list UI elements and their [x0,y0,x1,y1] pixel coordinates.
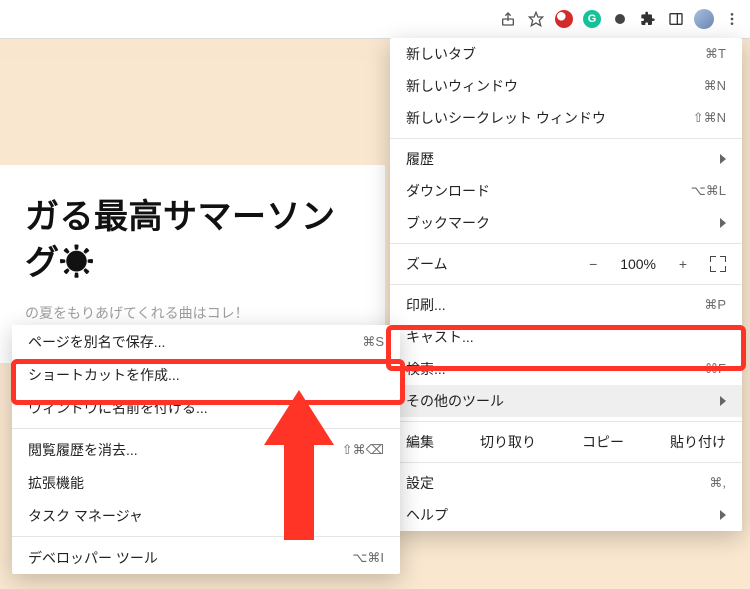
menu-label: 新しいタブ [406,44,705,64]
menu-accel: ⌥⌘I [352,550,384,566]
menu-accel: ⇧⌘⌫ [342,442,384,458]
menu-label: 編集 [406,432,434,452]
menu-new-window[interactable]: 新しいウィンドウ ⌘N [390,70,742,102]
submenu-extensions[interactable]: 拡張機能 [12,466,400,499]
grammarly-icon[interactable]: G [582,9,602,29]
menu-find[interactable]: 検索... ⌘F [390,353,742,385]
edit-paste[interactable]: 貼り付け [670,432,726,452]
menu-label: タスク マネージャ [28,506,384,526]
menu-label: ウィンドウに名前を付ける... [28,398,384,418]
menu-label: ヘルプ [406,505,720,525]
more-tools-submenu: ページを別名で保存... ⌘S ショートカットを作成... ウィンドウに名前を付… [12,325,400,574]
chevron-right-icon [720,510,726,520]
menu-accel: ⌘T [705,46,726,62]
kebab-menu-icon[interactable] [722,9,742,29]
menu-cast[interactable]: キャスト... [390,321,742,353]
menu-label: その他のツール [406,391,720,411]
menu-zoom: ズーム − 100% + [390,248,742,280]
submenu-clear-history[interactable]: 閲覧履歴を消去... ⇧⌘⌫ [12,433,400,466]
menu-accel: ⌘, [709,475,726,491]
menu-label: ショートカットを作成... [28,365,384,385]
submenu-name-window[interactable]: ウィンドウに名前を付ける... [12,391,400,424]
page-title: ガる最高サマーソング☀ [25,195,360,287]
menu-separator [390,421,742,422]
menu-separator [390,243,742,244]
menu-more-tools[interactable]: その他のツール [390,385,742,417]
menu-accel: ⇧⌘N [693,110,726,126]
side-panel-icon[interactable] [666,9,686,29]
menu-new-tab[interactable]: 新しいタブ ⌘T [390,38,742,70]
zoom-in-button[interactable]: + [672,256,694,272]
menu-history[interactable]: 履歴 [390,143,742,175]
trend-micro-icon[interactable] [554,9,574,29]
star-icon[interactable] [526,9,546,29]
menu-label: 履歴 [406,149,720,169]
browser-toolbar: G [0,0,750,39]
menu-separator [390,138,742,139]
puzzle-icon[interactable] [638,9,658,29]
zoom-percent: 100% [620,256,656,272]
menu-label: ブックマーク [406,213,720,233]
extension-dot-icon[interactable] [610,9,630,29]
menu-bookmarks[interactable]: ブックマーク [390,207,742,239]
menu-edit: 編集 切り取り コピー 貼り付け [390,426,742,458]
menu-accel: ⌥⌘L [691,183,726,199]
submenu-save-as[interactable]: ページを別名で保存... ⌘S [12,325,400,358]
menu-label: 設定 [406,473,709,493]
menu-label: 閲覧履歴を消去... [28,440,342,460]
menu-separator [390,462,742,463]
submenu-task-manager[interactable]: タスク マネージャ [12,499,400,532]
menu-separator [12,428,400,429]
menu-label: 検索... [406,359,705,379]
menu-label: 新しいシークレット ウィンドウ [406,108,693,128]
menu-accel: ⌘N [704,78,726,94]
chevron-right-icon [720,154,726,164]
menu-settings[interactable]: 設定 ⌘, [390,467,742,499]
submenu-dev-tools[interactable]: デベロッパー ツール ⌥⌘I [12,541,400,574]
submenu-create-shortcut[interactable]: ショートカットを作成... [12,358,400,391]
menu-label: 新しいウィンドウ [406,76,704,96]
chevron-right-icon [720,218,726,228]
menu-label: デベロッパー ツール [28,548,352,568]
menu-separator [12,536,400,537]
menu-accel: ⌘P [704,297,726,313]
profile-avatar[interactable] [694,9,714,29]
menu-accel: ⌘F [705,361,726,377]
share-icon[interactable] [498,9,518,29]
menu-label: ダウンロード [406,181,691,201]
chrome-main-menu: 新しいタブ ⌘T 新しいウィンドウ ⌘N 新しいシークレット ウィンドウ ⇧⌘N… [390,38,742,531]
menu-label: ズーム [406,254,582,274]
menu-separator [390,284,742,285]
menu-label: 印刷... [406,295,704,315]
menu-label: キャスト... [406,327,726,347]
edit-cut[interactable]: 切り取り [480,432,536,452]
menu-label: 拡張機能 [28,473,384,493]
menu-help[interactable]: ヘルプ [390,499,742,531]
menu-label: ページを別名で保存... [28,332,362,352]
zoom-out-button[interactable]: − [582,256,604,272]
chevron-right-icon [720,396,726,406]
menu-new-incognito[interactable]: 新しいシークレット ウィンドウ ⇧⌘N [390,102,742,134]
menu-print[interactable]: 印刷... ⌘P [390,289,742,321]
menu-downloads[interactable]: ダウンロード ⌥⌘L [390,175,742,207]
page-subtitle: の夏をもりあげてくれる曲はコレ！ [25,303,360,323]
edit-copy[interactable]: コピー [582,432,624,452]
menu-accel: ⌘S [362,334,384,350]
fullscreen-icon[interactable] [710,256,726,272]
